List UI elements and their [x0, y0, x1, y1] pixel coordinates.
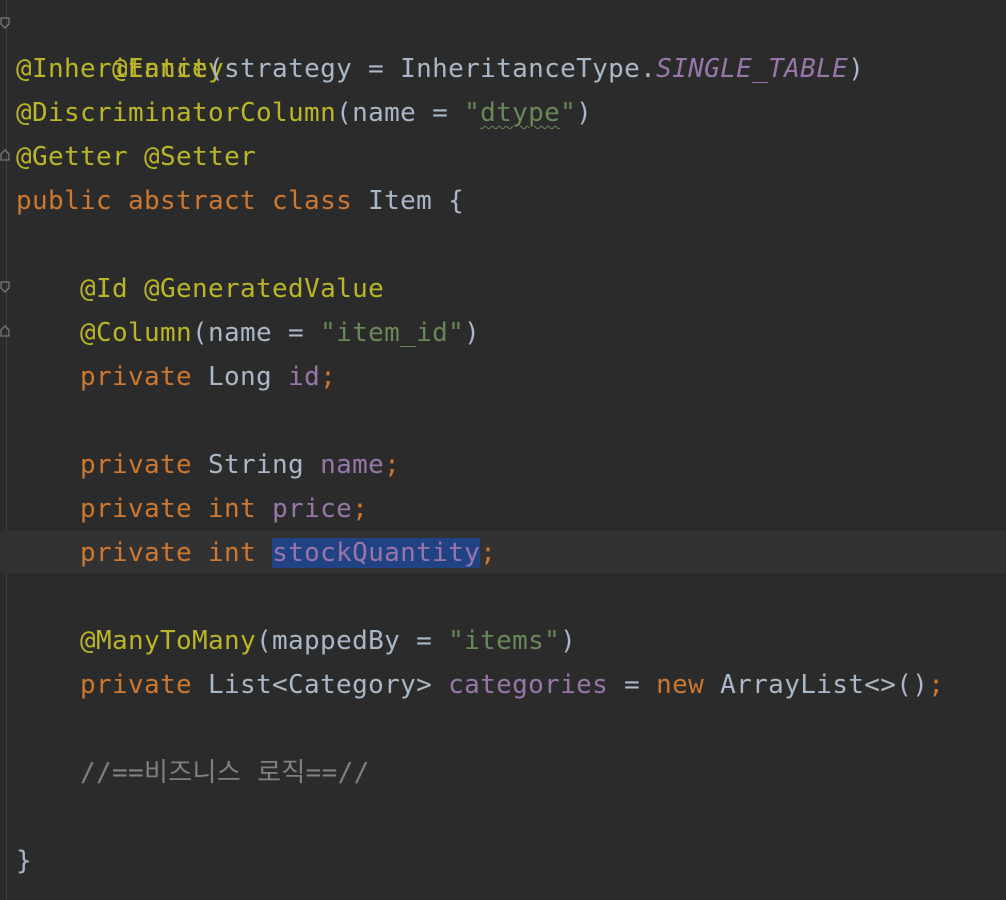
code-line[interactable]: }	[16, 839, 32, 883]
code-text: =	[608, 670, 657, 700]
string-literal: "items"	[448, 626, 561, 656]
string-literal: "item_id"	[320, 318, 465, 348]
string-literal: dtype	[480, 98, 561, 128]
code-text: Item {	[352, 186, 465, 216]
code-text: )	[848, 54, 865, 84]
type-name: Long	[192, 362, 289, 392]
string-quote: "	[560, 98, 577, 128]
code-text: (name =	[192, 318, 321, 348]
annotation: @Setter	[144, 142, 257, 172]
keyword: private	[80, 670, 193, 700]
code-line[interactable]: @Getter @Setter	[16, 135, 256, 179]
semicolon: ;	[928, 670, 945, 700]
code-line[interactable]: @Entity	[16, 3, 224, 84]
keyword: private int	[80, 494, 257, 524]
annotation: @GeneratedValue	[144, 274, 385, 304]
closing-brace: }	[16, 846, 33, 876]
field-name: price	[272, 494, 353, 524]
type-name: String	[192, 450, 321, 480]
field-name: name	[320, 450, 385, 480]
code-text: (strategy = InheritanceType.	[208, 54, 657, 84]
enum-constant: SINGLE_TABLE	[656, 54, 849, 84]
code-line[interactable]: private String name;	[80, 443, 400, 487]
keyword: private int	[80, 538, 257, 568]
annotation: @Id	[80, 274, 129, 304]
keyword: new	[656, 670, 705, 700]
keyword: public abstract class	[16, 186, 353, 216]
code-line[interactable]: @Column(name = "item_id")	[80, 311, 480, 355]
annotation: @Inheritance	[16, 54, 209, 84]
code-line[interactable]: private int price;	[80, 487, 368, 531]
fold-marker-icon[interactable]	[0, 149, 11, 161]
code-text: (mappedBy =	[256, 626, 449, 656]
code-line[interactable]: @Inheritance(strategy = InheritanceType.…	[16, 47, 864, 91]
fold-marker-icon[interactable]	[0, 325, 11, 337]
selected-field-name[interactable]: stockQuantity	[272, 538, 481, 568]
field-name: categories	[448, 670, 609, 700]
code-line-current[interactable]: private int stockQuantity;	[80, 531, 496, 575]
annotation: @Column	[80, 318, 193, 348]
fold-marker-icon[interactable]	[0, 17, 11, 29]
semicolon: ;	[352, 494, 369, 524]
keyword: private	[80, 362, 193, 392]
semicolon: ;	[480, 538, 497, 568]
annotation: @DiscriminatorColumn	[16, 98, 337, 128]
code-line[interactable]: private Long id;	[80, 355, 336, 399]
string-quote: "	[464, 98, 481, 128]
semicolon: ;	[384, 450, 401, 480]
type-name: List<Category>	[192, 670, 449, 700]
code-line[interactable]: @DiscriminatorColumn(name = "dtype")	[16, 91, 592, 135]
code-line[interactable]: @ManyToMany(mappedBy = "items")	[80, 619, 576, 663]
code-text: )	[576, 98, 593, 128]
comment: //==비즈니스 로직==//	[80, 758, 370, 788]
field-name: id	[288, 362, 321, 392]
code-line[interactable]: public abstract class Item {	[16, 179, 464, 223]
gutter	[6, 0, 7, 900]
fold-marker-icon[interactable]	[0, 281, 11, 293]
code-text: )	[464, 318, 481, 348]
code-line[interactable]: private List<Category> categories = new …	[80, 663, 944, 707]
code-text: )	[560, 626, 577, 656]
code-line[interactable]: @Id @GeneratedValue	[80, 267, 384, 311]
code-line[interactable]: //==비즈니스 로직==//	[80, 751, 370, 795]
keyword: private	[80, 450, 193, 480]
annotation: @Getter	[16, 142, 129, 172]
code-text: (name =	[336, 98, 465, 128]
code-text: ArrayList<>()	[704, 670, 929, 700]
annotation: @ManyToMany	[80, 626, 257, 656]
semicolon: ;	[320, 362, 337, 392]
code-editor[interactable]: @Entity @Inheritance(strategy = Inherita…	[0, 0, 1006, 900]
